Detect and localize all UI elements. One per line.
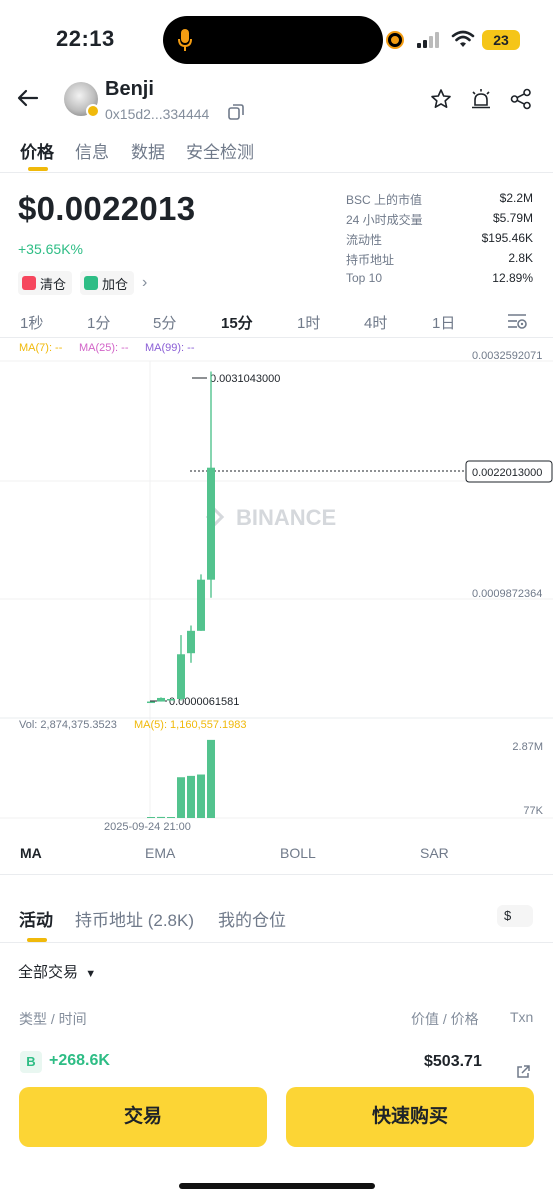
stat-value-top10: 12.89%: [492, 271, 533, 285]
candle-body: [167, 699, 175, 701]
volume-bar: [177, 777, 185, 818]
interval-15m[interactable]: 15分: [221, 312, 253, 333]
price-axis-mid: 0.0009872364: [472, 588, 542, 600]
caret-down-icon: ▼: [85, 968, 97, 980]
tab-security-check[interactable]: 安全检测: [186, 138, 254, 163]
interval-5m[interactable]: 5分: [153, 312, 176, 333]
volume-bar: [207, 739, 215, 818]
tab-activity[interactable]: 活动: [19, 906, 53, 931]
divider: [0, 172, 553, 173]
stat-value-liquidity: $195.46K: [481, 231, 533, 245]
column-type-time: 类型 / 时间: [19, 1011, 87, 1027]
chart-settings-icon[interactable]: [506, 312, 528, 330]
dynamic-island: [163, 16, 383, 64]
watermark-text: BINANCE: [236, 505, 336, 530]
bsc-chain-badge-icon: [86, 104, 100, 118]
add-position-label: 加仓: [102, 276, 129, 292]
interval-1h[interactable]: 1时: [297, 312, 320, 333]
stat-label-top10: Top 10: [346, 271, 383, 285]
trade-filter-label: 全部交易: [18, 964, 79, 981]
external-link-icon[interactable]: [515, 1064, 531, 1080]
currency-toggle[interactable]: $: [497, 905, 533, 927]
recording-indicator-icon: [388, 33, 402, 47]
interval-1m[interactable]: 1分: [87, 312, 110, 333]
price-change: +35.65K%: [18, 241, 83, 257]
volume-legend: Vol: 2,874,375.3523: [19, 719, 117, 731]
cellular-signal-icon: [417, 32, 443, 48]
column-txn: Txn: [510, 1009, 534, 1025]
price-axis-top: 0.0032592071: [472, 350, 542, 362]
candle-body: [177, 654, 185, 700]
volume-bar: [147, 817, 155, 818]
trade-filter-dropdown[interactable]: 全部交易 ▼: [18, 961, 96, 982]
stat-value-holders: 2.8K: [508, 251, 533, 265]
alert-icon[interactable]: [470, 88, 492, 110]
tab-price[interactable]: 价格: [20, 138, 54, 163]
clear-position-icon: [22, 276, 36, 290]
current-price-tag-text: 0.0022013000: [472, 467, 542, 479]
add-position-button[interactable]: 加仓: [80, 271, 135, 295]
status-time: 22:13: [56, 26, 115, 51]
high-price-label: 0.0031043000: [210, 373, 280, 385]
clear-position-label: 清仓: [40, 276, 67, 292]
time-axis-label: 2025-09-24 21:00: [104, 821, 191, 833]
volume-ma-legend: MA(5): 1,160,557.1983: [134, 719, 247, 731]
trade-amount: +268.6K: [49, 1052, 110, 1069]
trade-value: $503.71: [424, 1053, 482, 1070]
tab-my-positions[interactable]: 我的仓位: [218, 906, 286, 931]
home-indicator: [179, 1183, 375, 1189]
price-chart[interactable]: BINANCE 0.0022013000 0.0032592071 0.0009…: [0, 346, 553, 836]
chevron-right-icon[interactable]: ›: [142, 274, 147, 292]
divider: [0, 942, 553, 943]
clear-position-button[interactable]: 清仓: [18, 271, 73, 295]
current-price: $0.0022013: [18, 190, 196, 227]
battery-icon: 23: [482, 30, 520, 50]
candle-body: [147, 701, 155, 704]
interval-1s[interactable]: 1秒: [20, 312, 43, 333]
candle-body: [207, 467, 215, 580]
divider: [0, 337, 553, 338]
candle-body: [157, 697, 165, 702]
token-name: Benji: [105, 78, 154, 100]
stat-label-market-cap: BSC 上的市值: [346, 193, 423, 207]
tab-active-indicator: [28, 167, 48, 171]
trade-button[interactable]: 交易: [19, 1087, 267, 1147]
volume-bar: [187, 775, 195, 818]
buy-type-badge: B: [20, 1051, 42, 1073]
interval-1d[interactable]: 1日: [432, 312, 455, 333]
volume-bar: [167, 817, 175, 818]
share-icon[interactable]: [510, 88, 532, 110]
stat-value-volume: $5.79M: [492, 211, 533, 225]
tab-holders[interactable]: 持币地址 (2.8K): [75, 906, 194, 931]
back-arrow-icon[interactable]: [16, 86, 40, 110]
copy-icon[interactable]: [228, 104, 244, 120]
stat-label-holders: 持币地址: [346, 253, 395, 267]
wifi-icon: [451, 30, 475, 47]
star-icon[interactable]: [430, 88, 452, 110]
candle-body: [187, 630, 195, 654]
tab-info[interactable]: 信息: [75, 138, 109, 163]
quick-buy-button[interactable]: 快速购买: [286, 1087, 534, 1147]
indicator-ema[interactable]: EMA: [145, 845, 175, 861]
microphone-icon: [178, 29, 192, 51]
volume-bar: [157, 816, 165, 818]
token-address: 0x15d2...334444: [105, 106, 210, 122]
binance-watermark: BINANCE: [205, 505, 336, 530]
stat-label-liquidity: 流动性: [346, 233, 383, 247]
add-position-icon: [84, 276, 98, 290]
stat-value-market-cap: $2.2M: [499, 191, 533, 205]
stat-label-volume: 24 小时成交量: [346, 213, 423, 227]
tab-data[interactable]: 数据: [131, 138, 165, 163]
column-value-price: 价值 / 价格: [411, 1011, 479, 1027]
interval-4h[interactable]: 4时: [364, 312, 387, 333]
divider: [0, 874, 553, 875]
volume-axis-top: 2.87M: [512, 741, 543, 753]
candle-body: [197, 579, 205, 631]
indicator-sar[interactable]: SAR: [420, 845, 449, 861]
indicator-ma[interactable]: MA: [20, 845, 42, 861]
indicator-boll[interactable]: BOLL: [280, 845, 316, 861]
volume-axis-bottom: 77K: [523, 805, 543, 817]
volume-bar: [197, 774, 205, 818]
